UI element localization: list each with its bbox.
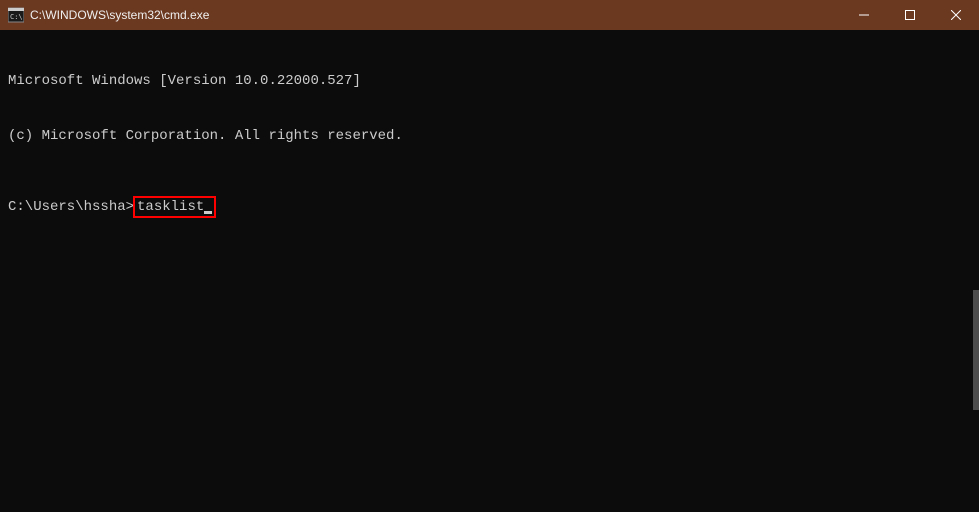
prompt-line: C:\Users\hssha>tasklist [8, 196, 971, 218]
maximize-button[interactable] [887, 0, 933, 30]
version-line: Microsoft Windows [Version 10.0.22000.52… [8, 72, 971, 90]
copyright-line: (c) Microsoft Corporation. All rights re… [8, 127, 971, 145]
cursor [204, 211, 212, 214]
close-button[interactable] [933, 0, 979, 30]
cmd-icon: C:\ [8, 7, 24, 23]
titlebar[interactable]: C:\ C:\WINDOWS\system32\cmd.exe [0, 0, 979, 30]
command-highlight: tasklist [133, 196, 216, 218]
minimize-button[interactable] [841, 0, 887, 30]
scrollbar[interactable] [973, 290, 979, 410]
svg-text:C:\: C:\ [10, 13, 23, 21]
cmd-window: C:\ C:\WINDOWS\system32\cmd.exe Microsof… [0, 0, 979, 512]
window-controls [841, 0, 979, 30]
terminal-body[interactable]: Microsoft Windows [Version 10.0.22000.52… [0, 30, 979, 512]
prompt: C:\Users\hssha> [8, 198, 134, 216]
command-text: tasklist [137, 198, 204, 216]
window-title: C:\WINDOWS\system32\cmd.exe [30, 8, 841, 22]
